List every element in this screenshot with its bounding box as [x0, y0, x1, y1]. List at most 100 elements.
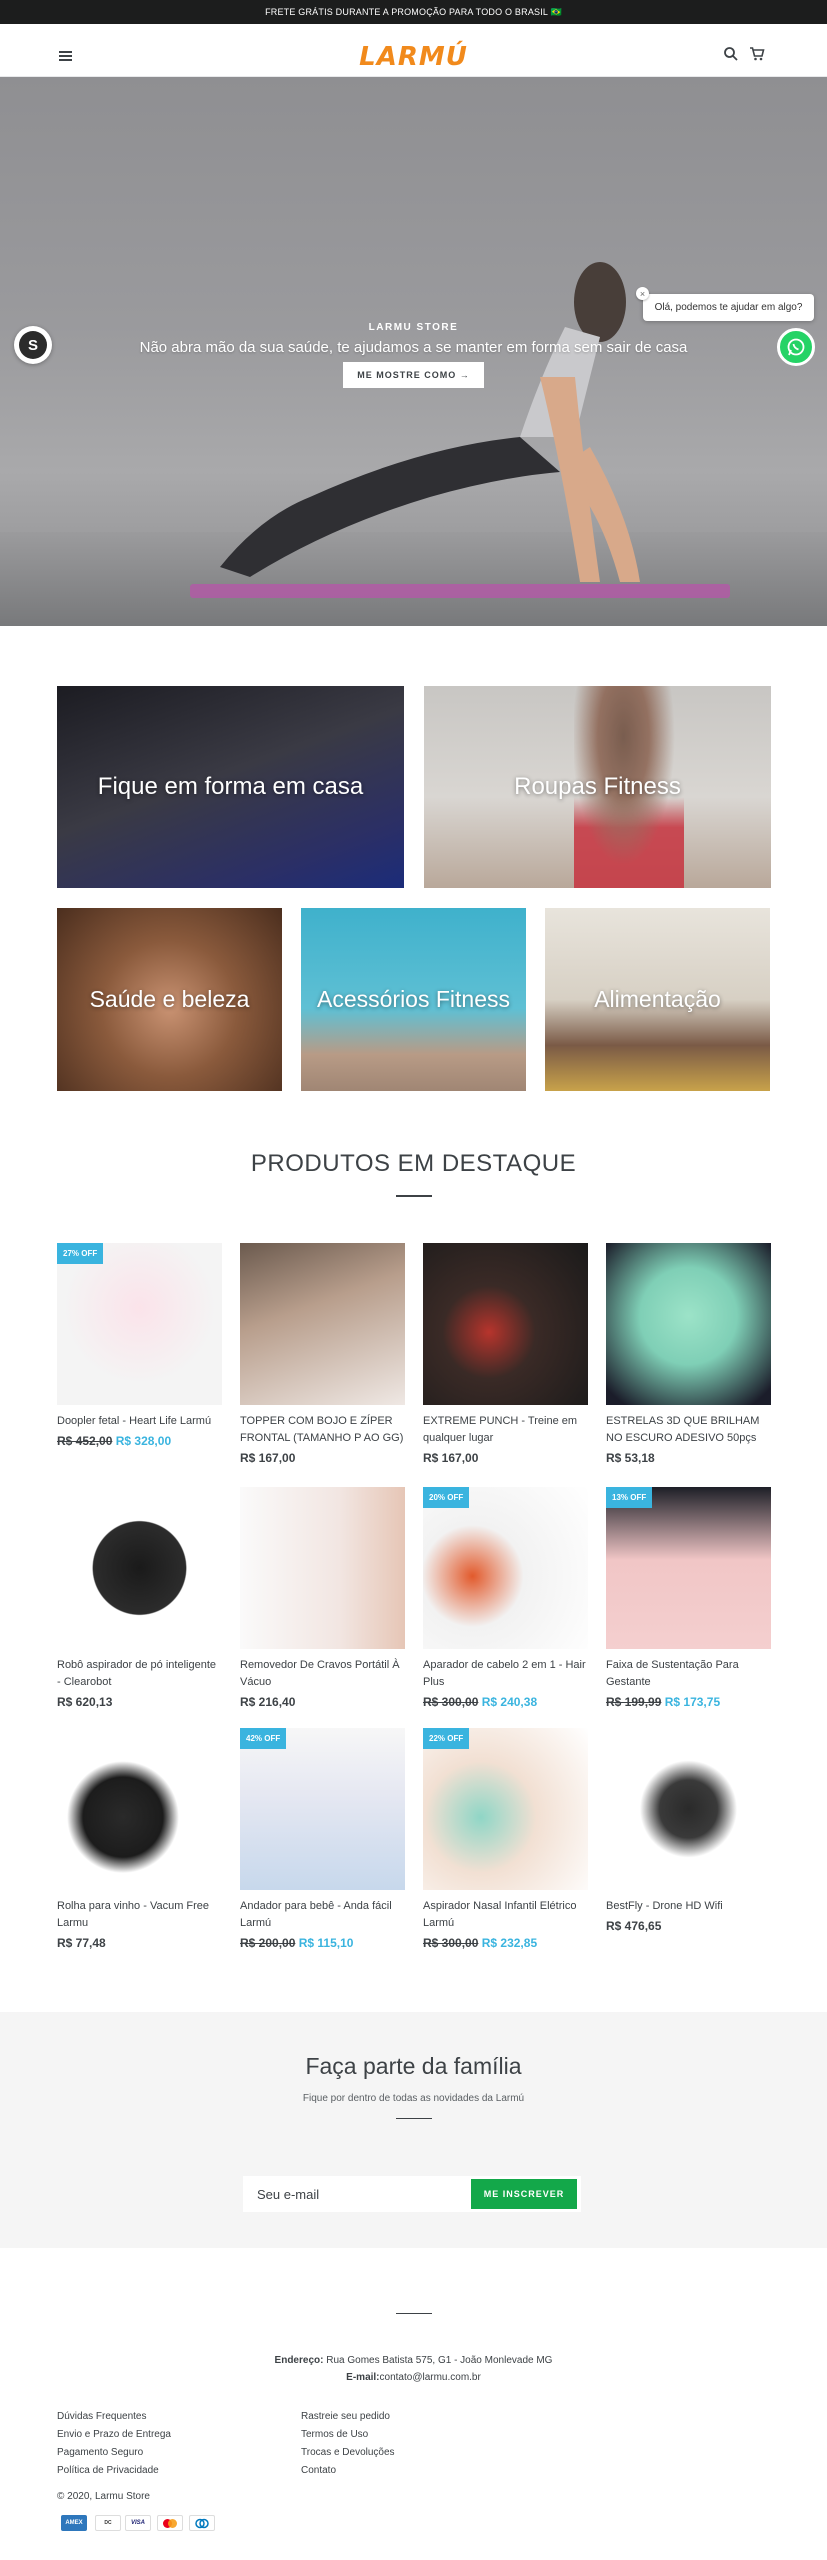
newsletter-divider	[396, 2118, 432, 2119]
product-name[interactable]: ESTRELAS 3D QUE BRILHAM NO ESCURO ADESIV…	[606, 1413, 771, 1447]
discount-badge: 13% OFF	[606, 1487, 653, 1508]
product-image[interactable]: 13% OFF	[606, 1487, 771, 1649]
footer-link[interactable]: Contato	[301, 2465, 336, 2476]
product-image[interactable]: 22% OFF	[423, 1728, 588, 1890]
sale-price: R$ 173,75	[664, 1695, 721, 1709]
product-price: R$ 300,00 R$ 240,38	[423, 1695, 588, 1709]
product-name[interactable]: Removedor De Cravos Portátil À Vácuo	[240, 1657, 405, 1691]
product-price: R$ 452,00 R$ 328,00	[57, 1434, 222, 1448]
newsletter-form: ME INSCREVER	[243, 2176, 581, 2212]
regular-price: R$ 77,48	[57, 1936, 106, 1950]
product-card[interactable]: ESTRELAS 3D QUE BRILHAM NO ESCURO ADESIV…	[606, 1243, 771, 1465]
product-price: R$ 167,00	[240, 1451, 405, 1465]
collection-tile[interactable]: Fique em forma em casa	[57, 686, 404, 888]
subscribe-button[interactable]: ME INSCREVER	[471, 2179, 577, 2209]
email-text[interactable]: contato@larmu.com.br	[380, 2372, 481, 2383]
product-image[interactable]	[57, 1728, 222, 1890]
product-card[interactable]: BestFly - Drone HD Wifi R$ 476,65	[606, 1728, 771, 1933]
product-price: R$ 200,00 R$ 115,10	[240, 1936, 405, 1950]
whatsapp-button[interactable]	[777, 328, 815, 366]
product-image[interactable]	[423, 1243, 588, 1405]
footer-link[interactable]: Termos de Uso	[301, 2429, 368, 2440]
regular-price: R$ 53,18	[606, 1451, 655, 1465]
search-icon[interactable]	[723, 46, 739, 62]
product-card[interactable]: 27% OFF Doopler fetal - Heart Life Larmú R…	[57, 1243, 222, 1448]
collection-tile[interactable]: Saúde e beleza	[57, 908, 282, 1091]
product-card[interactable]: 42% OFF Andador para bebê - Anda fácil La…	[240, 1728, 405, 1950]
product-name[interactable]: BestFly - Drone HD Wifi	[606, 1898, 771, 1915]
collection-label: Alimentação	[594, 986, 721, 1012]
product-price: R$ 300,00 R$ 232,85	[423, 1936, 588, 1950]
footer-link[interactable]: Pagamento Seguro	[57, 2447, 143, 2458]
collection-label: Roupas Fitness	[514, 773, 681, 800]
hero-banner: LARMU STORE Não abra mão da sua saúde, t…	[0, 77, 827, 626]
footer-link[interactable]: Dúvidas Frequentes	[57, 2411, 147, 2422]
newsletter-title: Faça parte da família	[305, 2053, 522, 2079]
product-name[interactable]: Faixa de Sustentação Para Gestante	[606, 1657, 771, 1691]
product-price: R$ 77,48	[57, 1936, 222, 1950]
hero-title: Não abra mão da sua saúde, te ajudamos a…	[139, 339, 688, 356]
product-name[interactable]: Aspirador Nasal Infantil Elétrico Larmú	[423, 1898, 588, 1932]
mastercard-icon	[157, 2515, 183, 2531]
announcement-bar: FRETE GRÁTIS DURANTE A PROMOÇÃO PARA TOD…	[0, 0, 827, 24]
product-card[interactable]: 22% OFF Aspirador Nasal Infantil Elétrico…	[423, 1728, 588, 1950]
footer-address: Endereço: Rua Gomes Batista 575, G1 - Jo…	[0, 2355, 827, 2366]
footer-link[interactable]: Trocas e Devoluções	[301, 2447, 395, 2458]
product-name[interactable]: Rolha para vinho - Vacum Free Larmu	[57, 1898, 222, 1932]
product-card[interactable]: Rolha para vinho - Vacum Free Larmu R$ 77…	[57, 1728, 222, 1950]
product-name[interactable]: Aparador de cabelo 2 em 1 - Hair Plus	[423, 1657, 588, 1691]
product-price: R$ 216,40	[240, 1695, 405, 1709]
sale-price: R$ 232,85	[481, 1936, 538, 1950]
product-price: R$ 476,65	[606, 1919, 771, 1933]
product-card[interactable]: EXTREME PUNCH - Treine em qualquer lugar…	[423, 1243, 588, 1465]
old-price: R$ 199,99	[606, 1695, 662, 1709]
email-field[interactable]	[243, 2176, 471, 2212]
product-image[interactable]	[240, 1487, 405, 1649]
collection-tile[interactable]: Acessórios Fitness	[301, 908, 526, 1091]
cart-icon[interactable]	[749, 46, 765, 62]
hero-subheading: LARMU STORE	[368, 322, 459, 333]
footer-link[interactable]: Rastreie seu pedido	[301, 2411, 390, 2422]
newsletter-section: Faça parte da família Fique por dentro d…	[0, 2012, 827, 2248]
hero-cta-button[interactable]: ME MOSTRE COMO →	[343, 362, 484, 388]
discount-badge: 42% OFF	[240, 1728, 287, 1749]
product-image[interactable]	[57, 1487, 222, 1649]
section-divider	[396, 1195, 432, 1197]
product-image[interactable]: 27% OFF	[57, 1243, 222, 1405]
product-image[interactable]: 42% OFF	[240, 1728, 405, 1890]
product-name[interactable]: Robô aspirador de pó inteligente - Clear…	[57, 1657, 222, 1691]
product-card[interactable]: 20% OFF Aparador de cabelo 2 em 1 - Hair …	[423, 1487, 588, 1709]
product-card[interactable]: Removedor De Cravos Portátil À Vácuo R$ 2…	[240, 1487, 405, 1709]
shopify-bag-icon: S	[19, 331, 47, 359]
hero-content: LARMU STORE Não abra mão da sua saúde, t…	[0, 322, 827, 388]
product-name[interactable]: Doopler fetal - Heart Life Larmú	[57, 1413, 222, 1430]
site-logo[interactable]: LARMÚ	[0, 42, 827, 72]
newsletter-subtitle: Fique por dentro de todas as novidades d…	[302, 2093, 525, 2104]
product-image[interactable]: 20% OFF	[423, 1487, 588, 1649]
discount-badge: 22% OFF	[423, 1728, 470, 1749]
whatsapp-bubble[interactable]: Olá, podemos te ajudar em algo?	[643, 294, 814, 321]
product-card[interactable]: 13% OFF Faixa de Sustentação Para Gestant…	[606, 1487, 771, 1709]
footer-divider	[396, 2313, 432, 2314]
shopify-badge[interactable]: S	[14, 326, 52, 364]
collection-tile[interactable]: Roupas Fitness	[424, 686, 771, 888]
footer-link[interactable]: Envio e Prazo de Entrega	[57, 2429, 171, 2440]
copyright: © 2020, Larmu Store	[57, 2491, 150, 2502]
product-image[interactable]	[606, 1243, 771, 1405]
product-image[interactable]	[606, 1728, 771, 1890]
product-name[interactable]: Andador para bebê - Anda fácil Larmú	[240, 1898, 405, 1932]
diners-icon	[189, 2515, 215, 2531]
regular-price: R$ 476,65	[606, 1919, 662, 1933]
site-header: LARMÚ	[0, 24, 827, 77]
discount-badge: 27% OFF	[57, 1243, 104, 1264]
regular-price: R$ 216,40	[240, 1695, 296, 1709]
product-name[interactable]: EXTREME PUNCH - Treine em qualquer lugar	[423, 1413, 588, 1447]
collection-tile[interactable]: Alimentação	[545, 908, 770, 1091]
product-card[interactable]: Robô aspirador de pó inteligente - Clear…	[57, 1487, 222, 1709]
footer-link[interactable]: Política de Privacidade	[57, 2465, 159, 2476]
close-icon[interactable]: ×	[636, 287, 649, 300]
product-card[interactable]: TOPPER COM BOJO E ZÍPER FRONTAL (TAMANHO…	[240, 1243, 405, 1465]
sale-price: R$ 240,38	[481, 1695, 538, 1709]
product-image[interactable]	[240, 1243, 405, 1405]
product-name[interactable]: TOPPER COM BOJO E ZÍPER FRONTAL (TAMANHO…	[240, 1413, 405, 1447]
